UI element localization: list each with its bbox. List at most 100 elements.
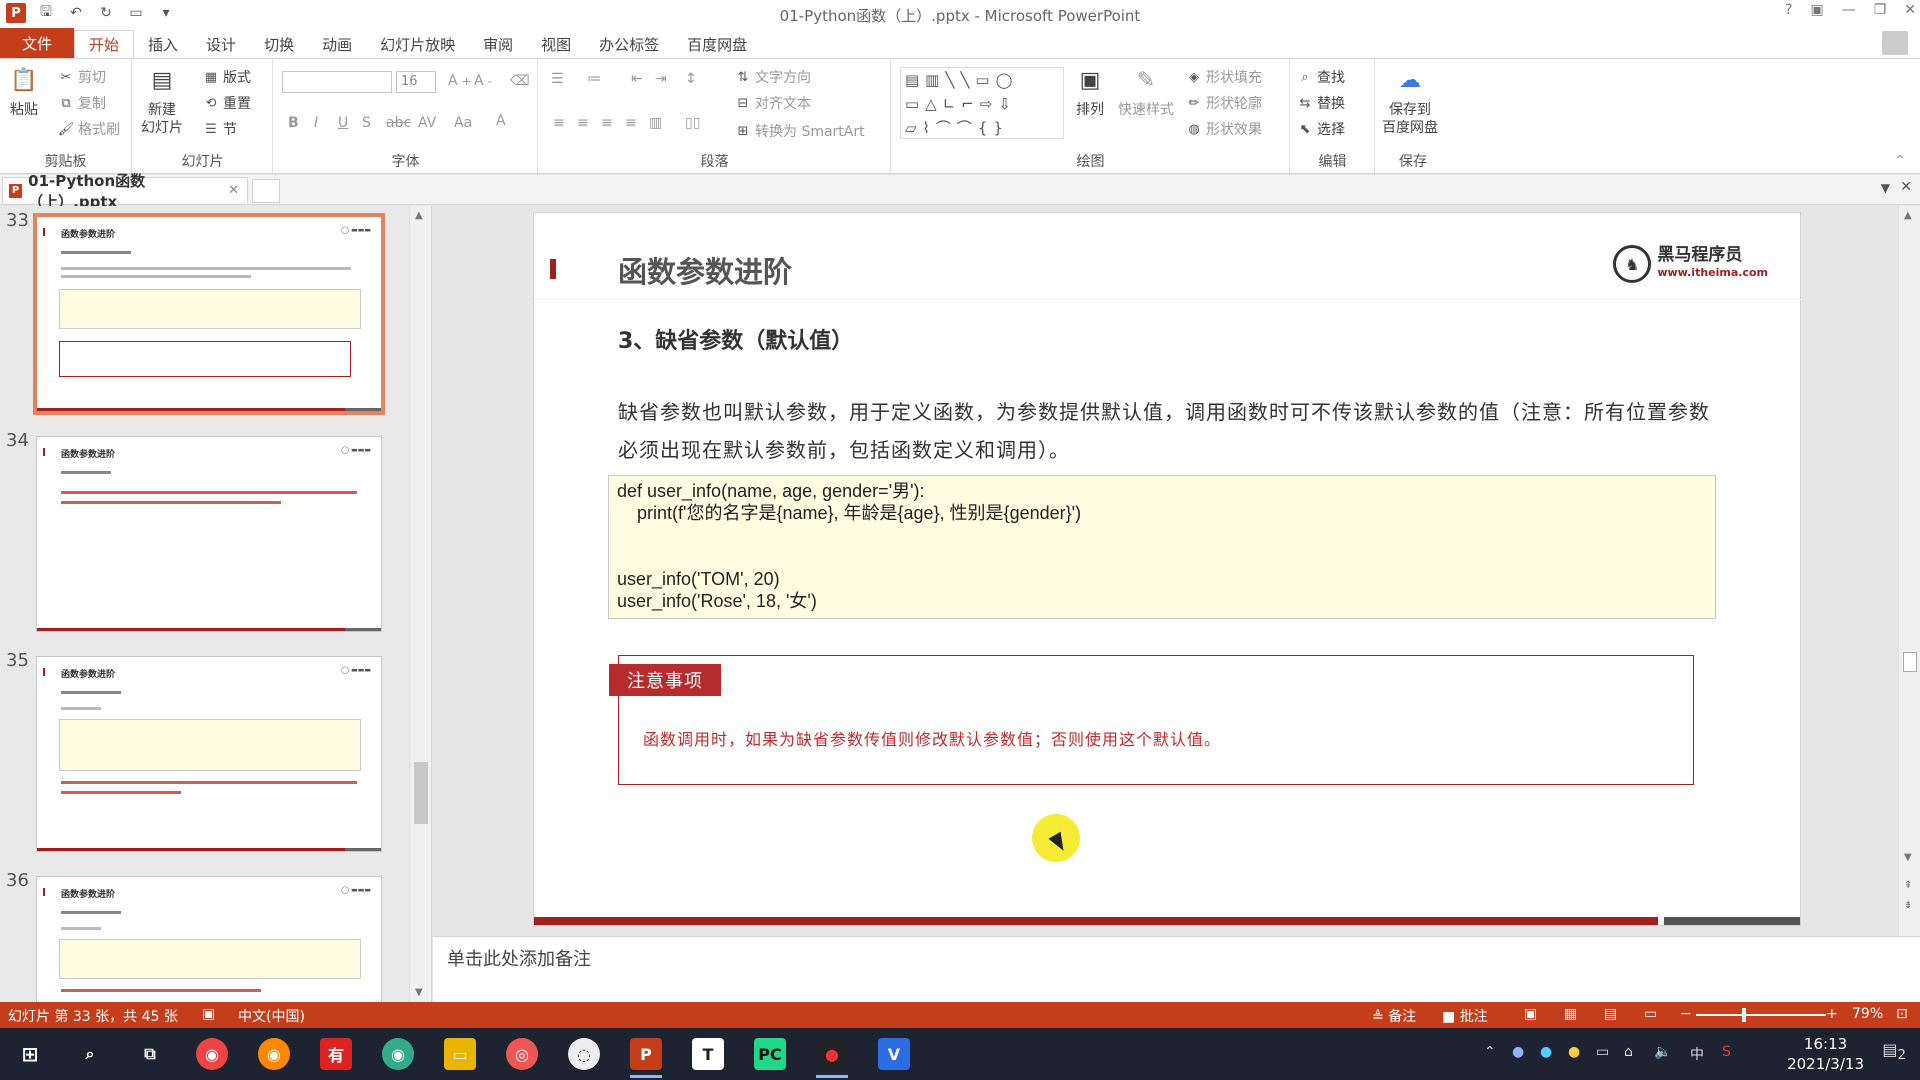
youdao-icon[interactable]: 有	[320, 1038, 352, 1070]
bullets-icon[interactable]: ☰	[551, 71, 564, 87]
battery-icon[interactable]: ▭	[1596, 1044, 1609, 1060]
slide-thumbnail-33[interactable]: 函数参数进阶 ◯ ▬▬▬	[33, 213, 385, 415]
line-spacing-icon[interactable]: ↕	[685, 71, 697, 87]
chromium-icon[interactable]: ◉	[382, 1038, 414, 1070]
quick-styles-button[interactable]: ✎ 快速样式	[1118, 65, 1174, 119]
cut-button[interactable]: ✂ 剪切	[58, 67, 106, 87]
font-size-box[interactable]: 16	[396, 71, 436, 93]
paste-button[interactable]: 📋 粘贴	[8, 65, 40, 119]
app-circle-icon[interactable]: ◌	[568, 1038, 600, 1070]
align-right-icon[interactable]: ≡	[601, 115, 613, 131]
firefox-icon[interactable]: ◉	[258, 1038, 290, 1070]
zoom-slider-knob[interactable]	[1742, 1008, 1746, 1022]
tray-app-icon[interactable]: ●	[1512, 1044, 1524, 1060]
justify-icon[interactable]: ≡	[625, 115, 637, 131]
tab-transitions[interactable]: 切换	[250, 30, 308, 58]
file-explorer-icon[interactable]: ▭	[444, 1038, 476, 1070]
notes-toggle[interactable]: ≜ 备注	[1372, 1006, 1416, 1026]
typora-icon[interactable]: T	[692, 1038, 724, 1070]
collapse-ribbon-icon[interactable]: ⌃	[1894, 153, 1906, 169]
strikethrough-icon[interactable]: abc	[386, 115, 411, 131]
format-painter-button[interactable]: 🖌 格式刷	[58, 119, 120, 139]
spellcheck-icon[interactable]: ▣	[202, 1006, 215, 1022]
shapes-gallery[interactable]: ▤▥╲╲▭◯ ▭△∟⌐⇨⇩ ▱⌇⌒⌒{}	[900, 67, 1064, 139]
tab-home[interactable]: 开始	[74, 30, 135, 58]
fit-slide-icon[interactable]: ⊡	[1896, 1006, 1908, 1022]
pycharm-icon[interactable]: PC	[754, 1038, 786, 1070]
task-view-icon[interactable]: ⧉	[134, 1038, 166, 1070]
comments-toggle[interactable]: ■ 批注	[1442, 1006, 1488, 1026]
network-icon[interactable]: ⌂	[1624, 1044, 1633, 1060]
slide-thumbnail-34[interactable]: 函数参数进阶 ◯ ▬▬▬	[36, 436, 382, 632]
slide-title[interactable]: 函数参数进阶	[618, 249, 792, 291]
arrange-button[interactable]: ▣ 排列	[1074, 65, 1106, 119]
clock[interactable]: 16:13 2021/3/13	[1787, 1034, 1864, 1074]
recorder-icon[interactable]: ◎	[506, 1038, 538, 1070]
tab-office-tabs[interactable]: 办公标签	[585, 30, 673, 58]
find-button[interactable]: ⌕ 查找	[1297, 67, 1345, 87]
grow-font-icon[interactable]: A +	[448, 73, 471, 89]
font-name-box[interactable]	[282, 71, 392, 93]
windows-start-icon[interactable]: ⊞	[14, 1038, 46, 1070]
tab-list-icon[interactable]: ▼	[1881, 181, 1890, 195]
tray-expand-icon[interactable]: ⌃	[1484, 1044, 1496, 1060]
smartart-button[interactable]: ⊞ 转换为 SmartArt	[735, 121, 865, 141]
clear-format-icon[interactable]: ⌫	[510, 73, 530, 89]
shadow-icon[interactable]: S	[362, 115, 371, 131]
user-avatar[interactable]	[1882, 31, 1908, 55]
zoom-slider[interactable]	[1696, 1014, 1826, 1016]
zoom-level[interactable]: 79%	[1852, 1006, 1883, 1022]
columns-icon[interactable]: ▯▯	[685, 115, 700, 131]
help-button[interactable]: ?	[1785, 2, 1792, 18]
sogou-ime-icon[interactable]: S	[1722, 1044, 1731, 1060]
slide-subtitle[interactable]: 3、缺省参数（默认值）	[618, 323, 853, 355]
powerpoint-icon[interactable]: P	[630, 1038, 662, 1078]
previous-slide-icon[interactable]: ⇞	[1904, 880, 1912, 891]
reading-view-icon[interactable]: ▤	[1604, 1006, 1617, 1022]
notes-placeholder[interactable]: 单击此处添加备注	[447, 945, 591, 971]
chrome-icon[interactable]: ◉	[196, 1038, 228, 1070]
code-block[interactable]: def user_info(name, age, gender='男'): pr…	[608, 475, 1716, 619]
align-left-icon[interactable]: ≡	[553, 115, 565, 131]
vscode-icon[interactable]: V	[878, 1038, 910, 1070]
select-button[interactable]: ⬉ 选择	[1297, 119, 1345, 139]
tab-design[interactable]: 设计	[192, 30, 250, 58]
shape-fill-button[interactable]: ◈ 形状填充	[1186, 67, 1262, 87]
shape-outline-button[interactable]: ✏ 形状轮廓	[1186, 93, 1262, 113]
bold-icon[interactable]: B	[288, 115, 299, 131]
volume-icon[interactable]: 🔈	[1654, 1044, 1671, 1060]
scroll-down-icon[interactable]: ▼	[1904, 852, 1912, 863]
layout-button[interactable]: ▦ 版式	[203, 67, 251, 87]
tab-baidu-netdisk[interactable]: 百度网盘	[673, 30, 761, 58]
tray-app-icon[interactable]: ●	[1540, 1044, 1552, 1060]
tray-app-icon[interactable]: ●	[1568, 1044, 1580, 1060]
tab-animations[interactable]: 动画	[308, 30, 366, 58]
normal-view-icon[interactable]: ▣	[1524, 1006, 1537, 1022]
new-slide-button[interactable]: ▤ 新建 幻灯片	[141, 65, 183, 137]
section-button[interactable]: ☰ 节	[203, 119, 237, 139]
change-case-icon[interactable]: Aa	[454, 115, 472, 131]
thumbnail-scrollbar[interactable]: ▲ ▼	[409, 206, 431, 1002]
notes-pane[interactable]: 单击此处添加备注	[433, 936, 1920, 1002]
italic-icon[interactable]: I	[314, 115, 318, 131]
zoom-out-icon[interactable]: −	[1680, 1006, 1692, 1022]
replace-button[interactable]: ⇆ 替换	[1297, 93, 1345, 113]
scroll-up-icon[interactable]: ▲	[1904, 210, 1912, 221]
tab-file[interactable]: 文件	[0, 28, 75, 58]
underline-icon[interactable]: U	[338, 115, 348, 131]
scroll-up-icon[interactable]: ▲	[415, 210, 423, 221]
shrink-font-icon[interactable]: A-	[474, 73, 492, 89]
language-indicator[interactable]: 中文(中国)	[238, 1006, 305, 1026]
align-text-button[interactable]: ⊟ 对齐文本	[735, 93, 811, 113]
close-document-icon[interactable]: ✕	[1900, 179, 1912, 195]
new-tab-button[interactable]	[252, 179, 280, 203]
decrease-indent-icon[interactable]: ⇤	[631, 71, 643, 87]
next-slide-icon[interactable]: ⇟	[1904, 900, 1912, 911]
current-slide[interactable]: 函数参数进阶 ♞ 黑马程序员 www.itheima.com 3、缺省参数（默认…	[533, 212, 1802, 926]
document-tab[interactable]: P 01-Python函数（上）.pptx ✕	[2, 172, 248, 211]
notification-center-icon[interactable]: ▤2	[1882, 1040, 1906, 1063]
tab-insert[interactable]: 插入	[134, 30, 192, 58]
slide-scrollbar[interactable]: ▲ ▼ ⇞ ⇟	[1898, 206, 1920, 936]
ribbon-display-button[interactable]: ▣	[1810, 2, 1823, 18]
text-direction-button[interactable]: ⇅ 文字方向	[735, 67, 811, 87]
